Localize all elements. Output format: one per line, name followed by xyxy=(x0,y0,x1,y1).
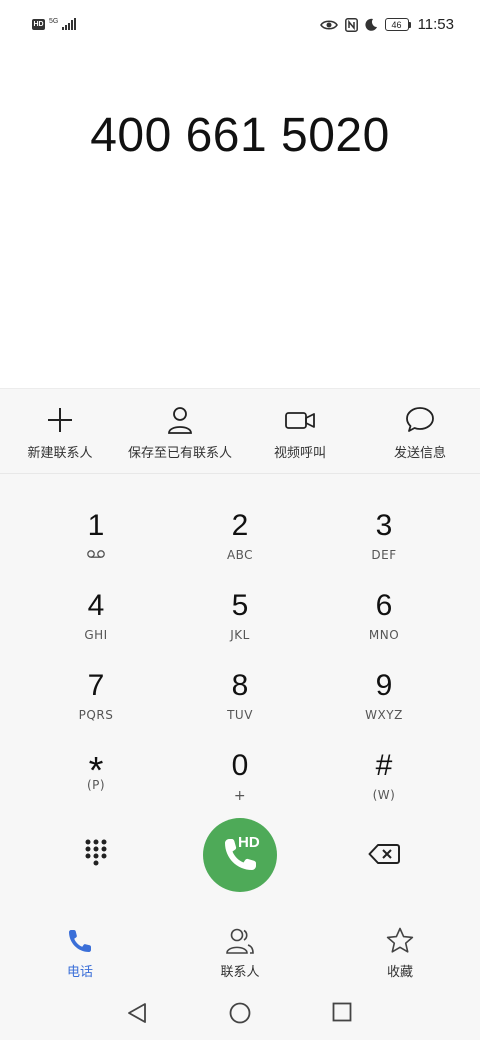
contacts-icon xyxy=(226,928,254,954)
new-contact-button[interactable]: 新建联系人 xyxy=(18,405,102,461)
key-letters: ABC xyxy=(226,548,254,562)
signal-icon xyxy=(62,18,77,30)
nav-back-button[interactable] xyxy=(126,1002,148,1029)
key-digit: 0 xyxy=(231,749,249,782)
call-button[interactable]: HD xyxy=(203,818,277,892)
call-hd-badge: HD xyxy=(238,834,260,851)
status-right: 46 11:53 xyxy=(319,16,454,33)
phone-tab-icon xyxy=(69,930,91,952)
tab-favorites[interactable]: 收藏 xyxy=(376,926,424,980)
key-letters: + xyxy=(233,788,247,804)
clock: 11:53 xyxy=(417,16,454,33)
key-8[interactable]: 8 TUV xyxy=(180,668,300,740)
save-existing-label: 保存至已有联系人 xyxy=(127,446,232,461)
key-2[interactable]: 2 ABC xyxy=(180,508,300,580)
dialpad-grid-icon xyxy=(85,839,107,866)
video-camera-icon xyxy=(285,412,315,429)
star-icon xyxy=(386,927,414,953)
send-message-button[interactable]: 发送信息 xyxy=(380,405,460,461)
network-label: 5G xyxy=(49,17,59,25)
video-call-label: 视频呼叫 xyxy=(273,446,326,461)
person-icon xyxy=(168,407,192,434)
key-letters: (P) xyxy=(86,778,106,792)
key-4[interactable]: 4 GHI xyxy=(36,588,156,660)
new-contact-label: 新建联系人 xyxy=(27,446,93,461)
key-digit: 1 xyxy=(87,509,105,542)
nav-home-button[interactable] xyxy=(229,1002,251,1029)
moon-icon xyxy=(364,18,377,31)
key-digit: 8 xyxy=(231,669,249,702)
key-9[interactable]: 9 WXYZ xyxy=(324,668,444,740)
send-message-label: 发送信息 xyxy=(393,446,446,461)
key-1[interactable]: 1 xyxy=(36,508,156,580)
key-letters: TUV xyxy=(227,708,253,722)
voicemail-icon xyxy=(87,548,105,562)
key-letters: GHI xyxy=(84,628,108,642)
bottom-tab-bar: 电话 联系人 收藏 xyxy=(0,904,480,984)
tab-contacts-label: 联系人 xyxy=(220,965,260,980)
key-letters: PQRS xyxy=(78,708,114,722)
backspace-icon xyxy=(368,844,400,864)
tab-contacts[interactable]: 联系人 xyxy=(210,926,270,980)
key-letters: MNO xyxy=(368,628,400,642)
tab-phone[interactable]: 电话 xyxy=(56,926,104,980)
plus-icon xyxy=(48,408,72,432)
key-digit: 3 xyxy=(375,509,393,542)
status-bar: HD 5G 46 11:53 xyxy=(0,0,480,54)
dialpad-toggle-button[interactable] xyxy=(84,838,108,871)
key-star[interactable]: * (P) xyxy=(36,748,156,820)
video-call-button[interactable]: 视频呼叫 xyxy=(264,405,336,461)
key-digit: # xyxy=(375,749,393,782)
save-to-existing-contact-button[interactable]: 保存至已有联系人 xyxy=(120,405,240,461)
nfc-icon xyxy=(344,17,358,32)
tab-favorites-label: 收藏 xyxy=(386,965,413,980)
tab-phone-label: 电话 xyxy=(66,965,93,980)
message-bubble-icon xyxy=(406,407,434,432)
key-digit: 2 xyxy=(231,509,249,542)
system-nav-bar xyxy=(0,984,480,1040)
key-digit: 6 xyxy=(375,589,393,622)
hd-badge: HD xyxy=(32,18,45,30)
key-5[interactable]: 5 JKL xyxy=(180,588,300,660)
dialed-number[interactable]: 400 661 5020 xyxy=(0,108,480,163)
recents-square-icon xyxy=(332,1002,352,1022)
key-7[interactable]: 7 PQRS xyxy=(36,668,156,740)
status-left: HD 5G xyxy=(32,17,77,30)
backspace-button[interactable] xyxy=(368,843,400,870)
key-0[interactable]: 0 + xyxy=(180,748,300,820)
key-hash[interactable]: # (W) xyxy=(324,748,444,820)
key-3[interactable]: 3 DEF xyxy=(324,508,444,580)
key-letters: (W) xyxy=(372,788,396,802)
home-circle-icon xyxy=(229,1002,251,1024)
nav-recents-button[interactable] xyxy=(332,1002,352,1027)
key-6[interactable]: 6 MNO xyxy=(324,588,444,660)
key-digit: 5 xyxy=(231,589,249,622)
back-triangle-icon xyxy=(128,1003,146,1023)
key-digit: 9 xyxy=(375,669,393,702)
battery-icon: 46 xyxy=(384,18,411,31)
key-letters: JKL xyxy=(230,628,250,642)
action-strip: 新建联系人 保存至已有联系人 视频呼叫 发送信息 xyxy=(0,388,480,474)
battery-level: 46 xyxy=(384,18,409,31)
eye-icon xyxy=(319,19,338,30)
key-letters: WXYZ xyxy=(365,708,403,722)
key-digit: 7 xyxy=(87,669,105,702)
key-letters: DEF xyxy=(371,548,397,562)
key-digit: 4 xyxy=(87,589,105,622)
